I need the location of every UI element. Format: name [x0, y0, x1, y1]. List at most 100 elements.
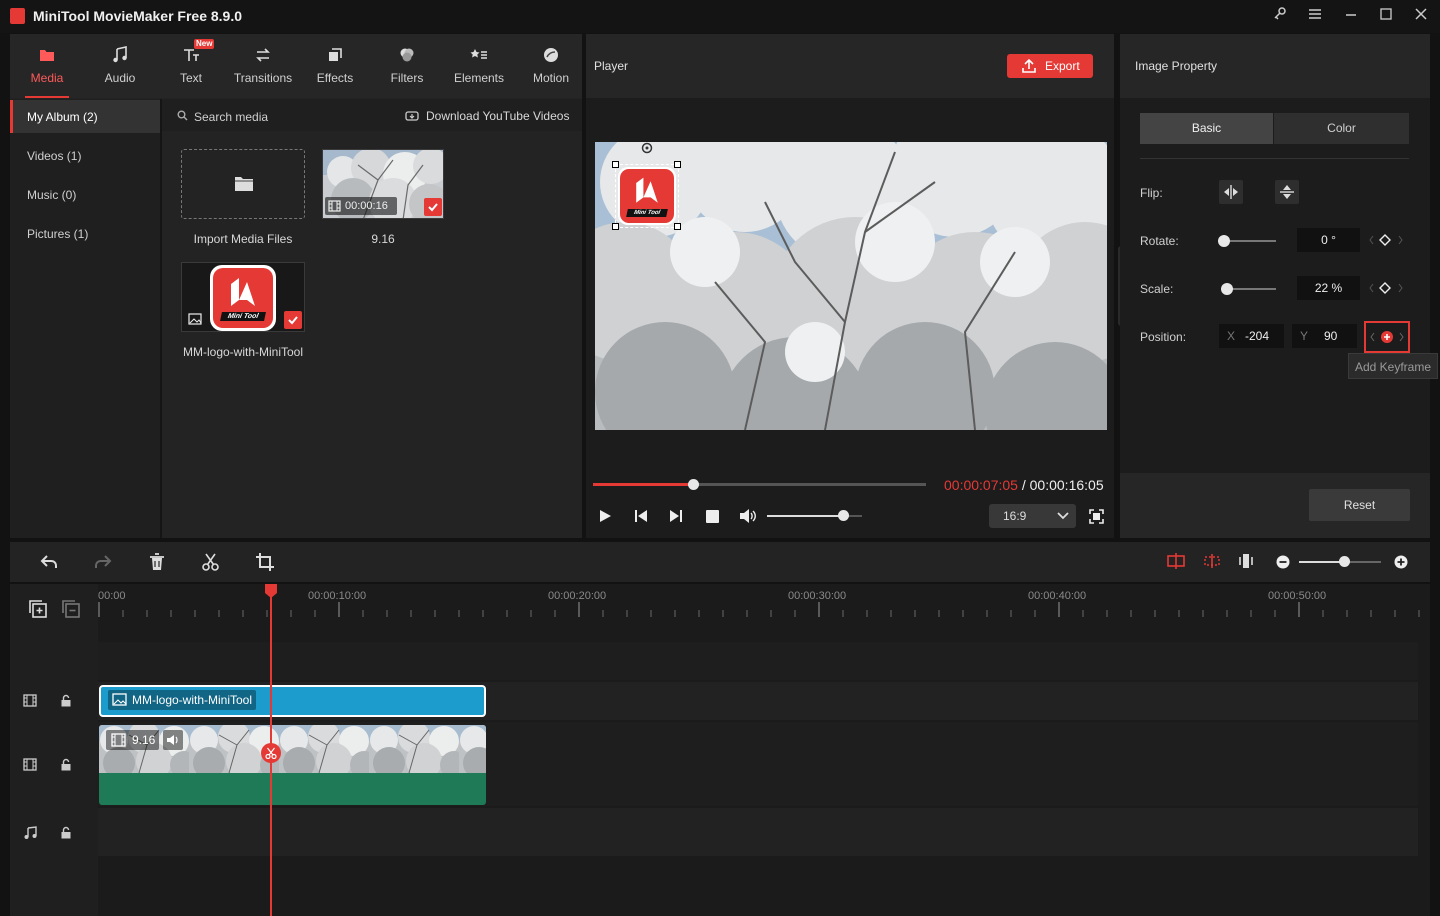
volume-slider[interactable]: [767, 510, 862, 521]
split-scissors-icon[interactable]: [202, 553, 219, 571]
media-item-video[interactable]: 00:00:16: [322, 149, 444, 219]
overlay-selection-box[interactable]: Mini Tool: [612, 161, 681, 230]
selected-check-icon[interactable]: [424, 198, 442, 216]
position-x-input[interactable]: X -204: [1219, 324, 1284, 348]
lock-icon[interactable]: [60, 758, 72, 771]
rotate-input[interactable]: 0 °: [1297, 228, 1360, 252]
export-button[interactable]: Export: [1007, 54, 1093, 78]
import-media-label: Import Media Files: [193, 232, 293, 246]
chevron-down-icon: [1057, 512, 1069, 520]
tab-filters[interactable]: Filters: [371, 34, 443, 98]
redo-icon[interactable]: [94, 554, 112, 570]
keyframe-diamond-icon[interactable]: [1368, 280, 1404, 296]
timeline-ruler[interactable]: [98, 584, 1430, 624]
keyframe-diamond-icon[interactable]: [1368, 232, 1404, 248]
next-frame-icon[interactable]: [669, 509, 683, 523]
volume-icon: [167, 735, 178, 745]
album-item-pictures[interactable]: Pictures (1): [10, 217, 160, 250]
lock-icon[interactable]: [60, 826, 72, 839]
download-youtube-link[interactable]: Download YouTube Videos: [426, 109, 569, 123]
zoom-in-icon[interactable]: [1394, 555, 1408, 569]
auto-split-icon[interactable]: [1203, 553, 1221, 569]
volume-icon[interactable]: [739, 508, 757, 524]
fit-timeline-icon[interactable]: [1238, 553, 1254, 569]
album-item-videos[interactable]: Videos (1): [10, 139, 160, 172]
tab-label: Motion: [532, 71, 570, 85]
scale-input[interactable]: 22 %: [1297, 276, 1360, 300]
tab-transitions[interactable]: Transitions: [227, 34, 299, 98]
undo-icon[interactable]: [40, 554, 58, 570]
flip-horizontal-button[interactable]: [1219, 180, 1243, 204]
volume-handle[interactable]: [837, 510, 849, 521]
aspect-ratio-select[interactable]: 16:9: [989, 504, 1076, 528]
crop-icon[interactable]: [256, 553, 274, 571]
playhead-handle[interactable]: [264, 584, 278, 598]
position-y-input[interactable]: Y 90: [1292, 324, 1357, 348]
lock-icon[interactable]: [60, 694, 72, 707]
zoom-slider[interactable]: [1299, 556, 1381, 567]
zoom-out-icon[interactable]: [1276, 555, 1290, 569]
progress-handle[interactable]: [687, 479, 699, 490]
tab-media[interactable]: Media: [11, 34, 83, 98]
tab-text[interactable]: New Text: [155, 34, 227, 98]
add-track-icon[interactable]: [29, 600, 47, 618]
tab-elements[interactable]: Elements: [443, 34, 515, 98]
album-item-music[interactable]: Music (0): [10, 178, 160, 211]
previous-frame-icon[interactable]: [634, 509, 648, 523]
split-at-playhead-button[interactable]: [261, 743, 281, 763]
search-input[interactable]: Search media: [194, 110, 268, 124]
export-icon: [1022, 58, 1036, 73]
resize-handle[interactable]: [674, 161, 681, 168]
video-clip-name: 9.16: [132, 733, 156, 747]
rotate-slider-handle[interactable]: [1218, 235, 1230, 247]
ruler-label: 00:00:40:00: [1028, 590, 1087, 602]
scale-slider[interactable]: [1221, 283, 1276, 295]
tab-audio[interactable]: Audio: [84, 34, 156, 98]
overlay-logo: Mini Tool: [618, 167, 676, 225]
close-icon[interactable]: [1413, 6, 1435, 26]
image-clip[interactable]: MM-logo-with-MiniTool: [99, 685, 486, 717]
menu-icon[interactable]: [1307, 6, 1329, 26]
tab-effects[interactable]: Effects: [299, 34, 371, 98]
resize-handle[interactable]: [612, 161, 619, 168]
maximize-icon[interactable]: [1378, 6, 1400, 26]
album-item-my-album[interactable]: My Album (2): [10, 100, 160, 133]
tab-color[interactable]: Color: [1274, 113, 1409, 144]
fullscreen-icon[interactable]: [1089, 509, 1104, 524]
image-icon: [188, 313, 202, 325]
add-keyframe-button[interactable]: [1364, 321, 1410, 353]
reset-button[interactable]: Reset: [1309, 489, 1410, 521]
zoom-handle[interactable]: [1338, 556, 1350, 567]
scale-label: Scale:: [1140, 282, 1174, 296]
delete-icon[interactable]: [149, 553, 165, 571]
scale-slider-handle[interactable]: [1221, 283, 1233, 295]
selected-check-icon[interactable]: [284, 311, 302, 329]
resize-handle[interactable]: [612, 223, 619, 230]
logo-thumbnail: Mini Tool: [210, 265, 276, 331]
app-logo-icon: [10, 8, 25, 24]
tab-basic[interactable]: Basic: [1140, 113, 1273, 144]
playback-progress-bar[interactable]: [593, 479, 926, 490]
flip-vertical-icon: [1280, 185, 1294, 199]
video-preview[interactable]: Mini Tool: [595, 142, 1107, 430]
rotate-handle-icon[interactable]: [640, 142, 654, 154]
import-media-button[interactable]: [181, 149, 305, 219]
resize-handle[interactable]: [674, 223, 681, 230]
clip-audio-button[interactable]: [163, 730, 183, 750]
remove-empty-tracks-icon[interactable]: [62, 600, 80, 618]
play-icon[interactable]: [598, 509, 612, 523]
video-clip[interactable]: 9.16: [99, 725, 486, 805]
flip-vertical-button[interactable]: [1275, 180, 1299, 204]
motion-icon: [544, 48, 558, 62]
key-icon[interactable]: [1272, 6, 1294, 26]
minimize-icon[interactable]: [1343, 6, 1365, 26]
download-icon: [405, 111, 419, 121]
snap-icon[interactable]: [1167, 553, 1185, 569]
media-item-image[interactable]: Mini Tool: [181, 262, 305, 332]
rotate-slider[interactable]: [1218, 235, 1276, 247]
aspect-ratio-value: 16:9: [1003, 509, 1027, 523]
ruler-label: 00:00:20:00: [548, 590, 607, 602]
position-label: Position:: [1140, 330, 1187, 344]
tab-motion[interactable]: Motion: [515, 34, 587, 98]
stop-icon[interactable]: [706, 510, 719, 523]
